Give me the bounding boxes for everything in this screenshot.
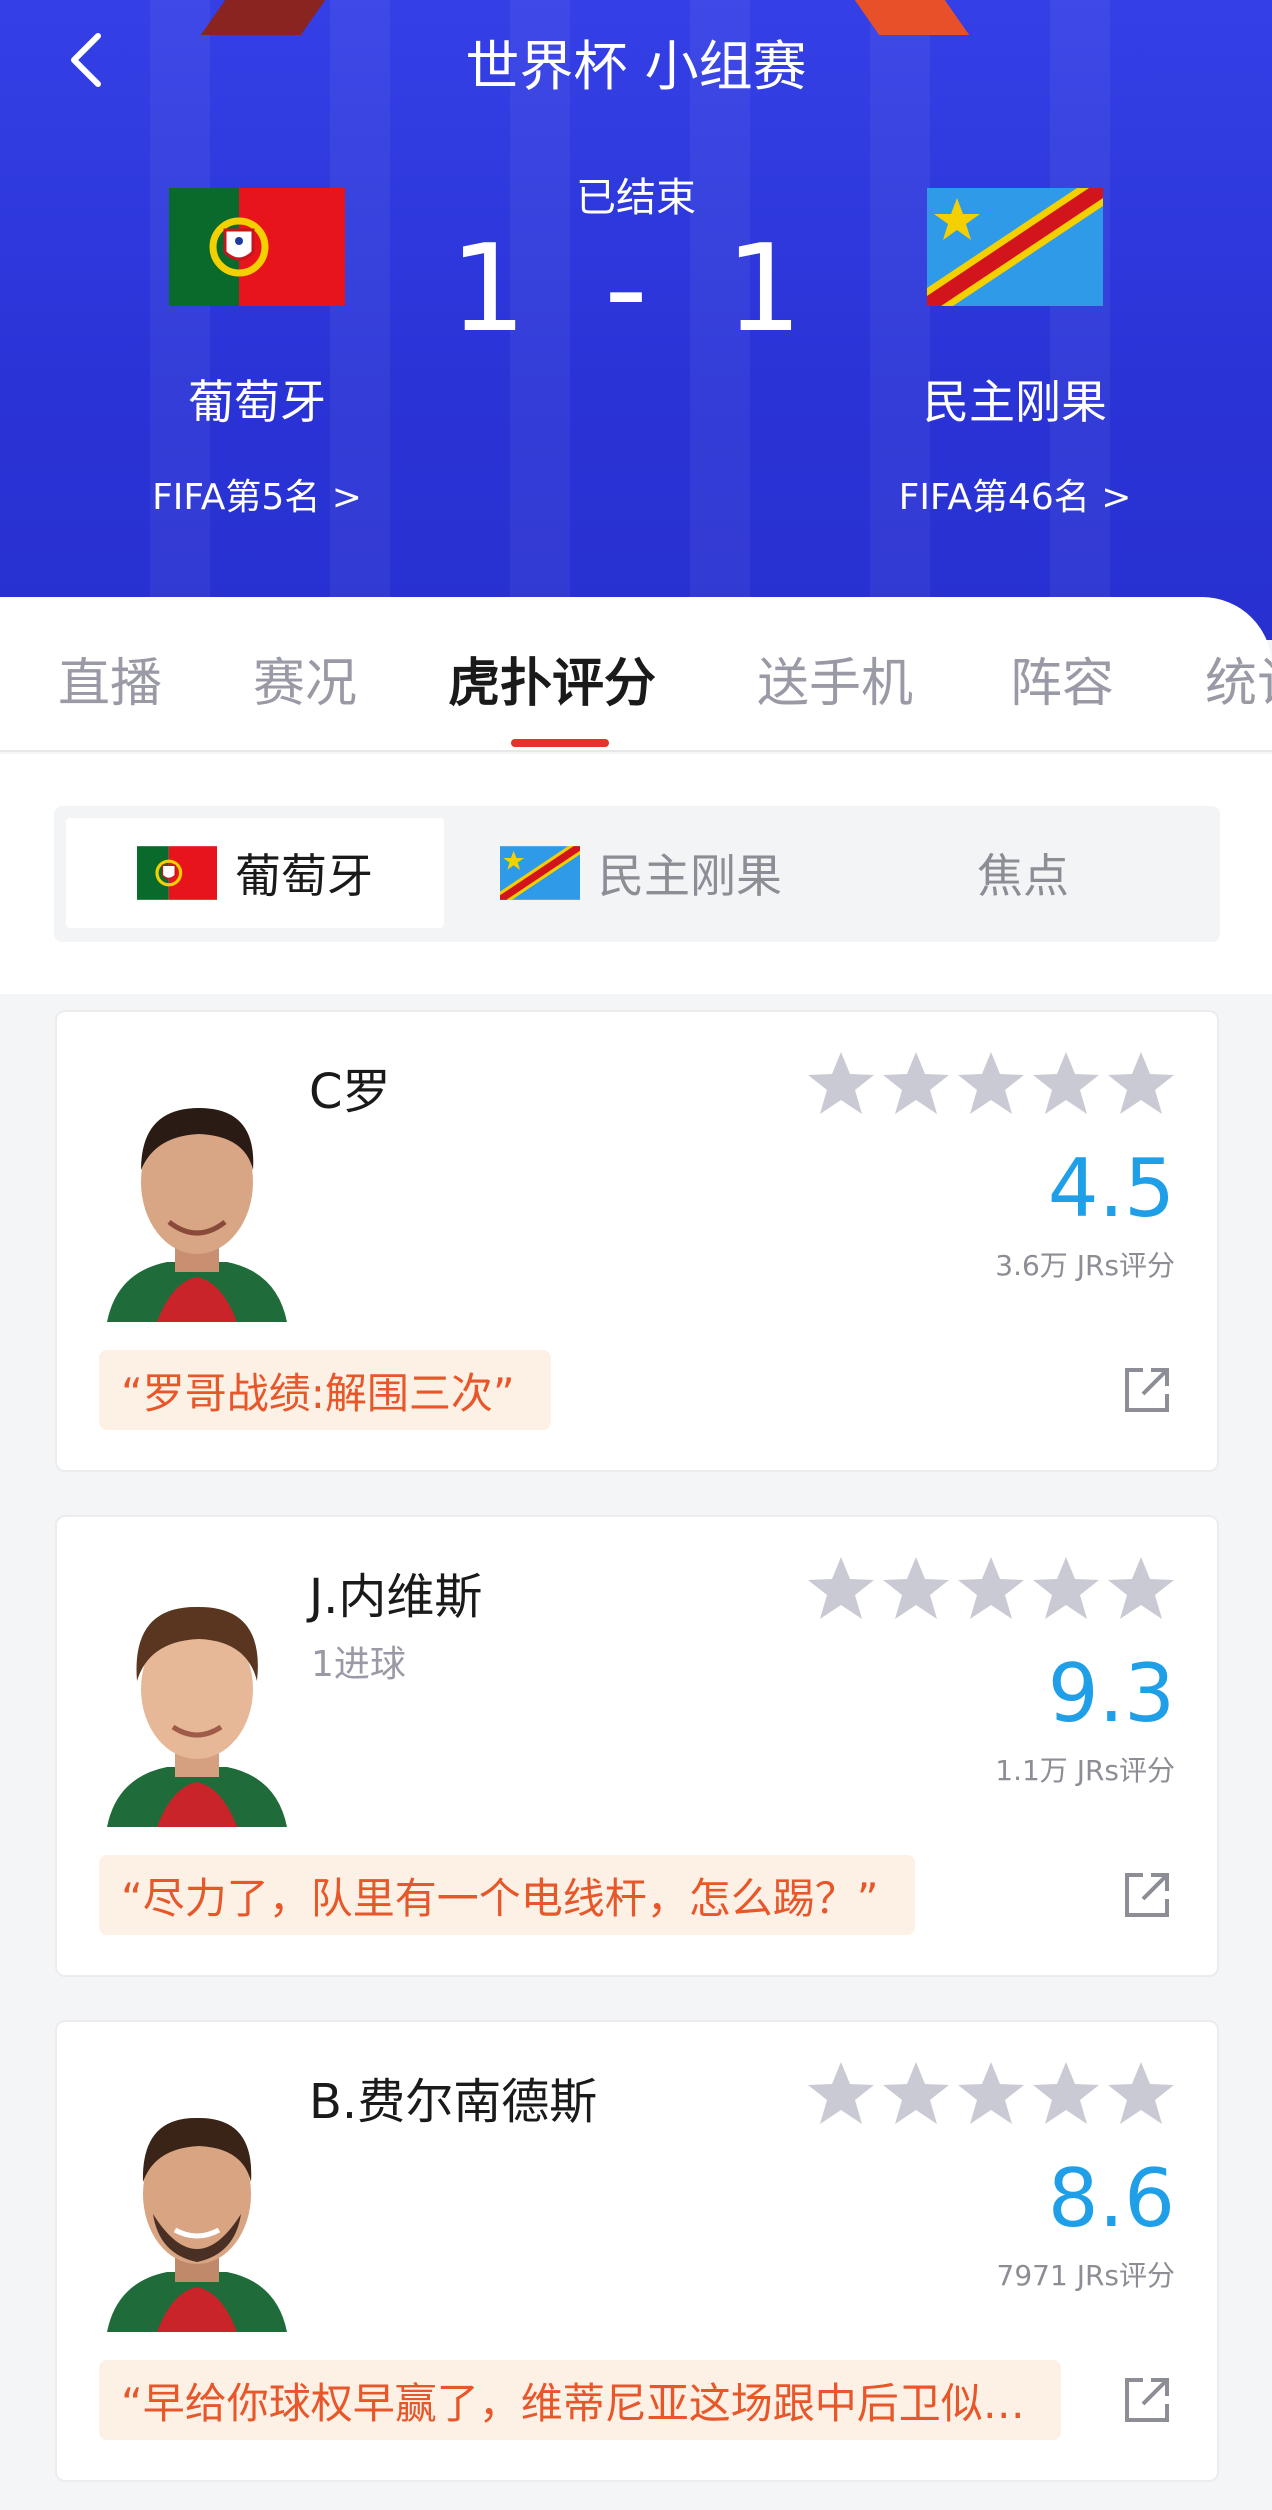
tab-stats[interactable]: 统计	[1205, 641, 1272, 716]
segment-away[interactable]: 民主刚果	[452, 818, 830, 928]
top-comment[interactable]: “罗哥战绩:解围三次”	[99, 1350, 551, 1430]
player-name: B.费尔南德斯	[309, 2074, 598, 2130]
tab-hupu-rating[interactable]: 虎扑评分	[448, 641, 656, 716]
player-stat-note: 1进球	[311, 1644, 406, 1685]
player-name: C罗	[309, 1064, 391, 1120]
tab-live[interactable]: 直播	[58, 641, 162, 716]
away-team[interactable]: 民主刚果 FIFA第46名 >	[835, 188, 1195, 520]
dr-congo-flag-icon	[927, 188, 1103, 306]
segment-home[interactable]: 葡萄牙	[66, 818, 444, 928]
player-avatar	[107, 1108, 287, 1322]
portugal-flag-icon	[169, 188, 345, 306]
share-icon[interactable]	[1121, 1869, 1173, 1921]
home-team[interactable]: 葡萄牙 FIFA第5名 >	[77, 188, 437, 520]
top-comment[interactable]: “早给你球权早赢了，维蒂尼亚这场跟中后卫似…	[99, 2360, 1061, 2440]
page-title: 世界杯 小组赛	[465, 35, 807, 98]
rating-count: 1.1万 JRs评分	[995, 1754, 1175, 1787]
tab-lineup[interactable]: 阵容	[1010, 641, 1114, 716]
tab-match-report[interactable]: 赛况	[253, 641, 357, 716]
rating-stars-icon[interactable]	[807, 2058, 1187, 2128]
team-filter-area: 葡萄牙 民主刚果 焦点	[0, 754, 1272, 994]
tab-phone-giveaway[interactable]: 送手机	[757, 641, 913, 716]
share-icon[interactable]	[1121, 2374, 1173, 2426]
dr-congo-flag-icon	[500, 846, 580, 900]
player-card[interactable]: B.费尔南德斯 8.6 7971 JRs评分 “早给你球权早赢了，维蒂尼亚这场跟…	[55, 2020, 1219, 2482]
rating-stars-icon[interactable]	[807, 1048, 1187, 1118]
portugal-flag-icon	[137, 846, 217, 900]
player-avatar	[107, 1606, 287, 1827]
rating-count: 3.6万 JRs评分	[995, 1249, 1175, 1282]
match-header: 世界杯 小组赛 已结束 1 - 1 葡萄牙 FIFA第5名 > 民主刚果 FIF…	[0, 0, 1272, 640]
active-tab-indicator	[511, 739, 609, 747]
home-team-rank[interactable]: FIFA第5名 >	[77, 468, 437, 520]
player-card[interactable]: C罗 4.5 3.6万 JRs评分 “罗哥战绩:解围三次”	[55, 1010, 1219, 1472]
player-card[interactable]: J.内维斯 1进球 9.3 1.1万 JRs评分 “尽力了，队里有一个电线杆，怎…	[55, 1515, 1219, 1977]
segment-focus[interactable]: 焦点	[838, 818, 1208, 928]
rating-stars-icon[interactable]	[807, 1553, 1187, 1623]
player-rating-score: 4.5	[1047, 1142, 1175, 1235]
player-rating-score: 9.3	[1047, 1647, 1175, 1740]
segment-away-label: 民主刚果	[598, 849, 782, 903]
away-team-name: 民主刚果	[923, 375, 1107, 429]
team-segmented-control: 葡萄牙 民主刚果 焦点	[54, 806, 1220, 942]
player-avatar	[107, 2117, 287, 2332]
tab-bar: 直播 赛况 虎扑评分 送手机 阵容 统计	[0, 597, 1272, 752]
player-rating-score: 8.6	[1047, 2152, 1175, 2245]
home-team-name: 葡萄牙	[188, 375, 326, 429]
segment-home-label: 葡萄牙	[235, 849, 373, 903]
rating-count: 7971 JRs评分	[996, 2259, 1175, 2292]
away-team-rank[interactable]: FIFA第46名 >	[835, 468, 1195, 520]
top-comment[interactable]: “尽力了，队里有一个电线杆，怎么踢？”	[99, 1855, 915, 1935]
player-name: J.内维斯	[309, 1569, 483, 1625]
share-icon[interactable]	[1121, 1364, 1173, 1416]
